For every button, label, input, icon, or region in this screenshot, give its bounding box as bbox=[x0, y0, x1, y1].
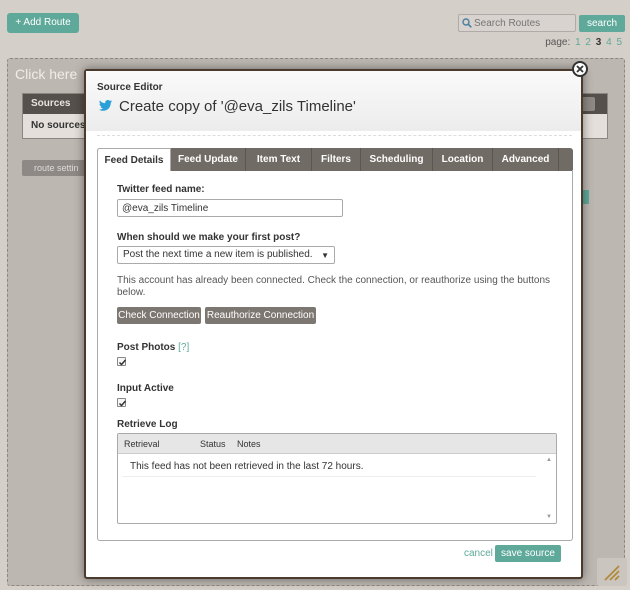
save-source-button[interactable]: save source bbox=[495, 545, 561, 562]
post-photos-label: Post Photos [?] bbox=[117, 342, 189, 353]
source-editor-modal: Source Editor Create copy of '@eva_zils … bbox=[84, 69, 583, 579]
input-active-checkbox[interactable] bbox=[117, 398, 127, 407]
retrieve-log-header: Retrieval Status Notes bbox=[118, 434, 556, 454]
feed-name-input[interactable] bbox=[117, 199, 343, 217]
first-post-select[interactable]: Post the next time a new item is publish… bbox=[117, 246, 335, 264]
chevron-down-icon: ▼ bbox=[321, 251, 329, 260]
scroll-up-arrow-icon[interactable]: ▲ bbox=[546, 457, 552, 463]
column-header-notes: Notes bbox=[237, 439, 261, 449]
column-header-status: Status bbox=[200, 439, 226, 449]
tab-filters[interactable]: Filters bbox=[312, 148, 361, 171]
feed-details-panel: Twitter feed name: When should we make y… bbox=[97, 170, 573, 541]
retrieve-log-label: Retrieve Log bbox=[117, 419, 178, 430]
cancel-link[interactable]: cancel bbox=[464, 548, 493, 559]
input-active-label: Input Active bbox=[117, 383, 174, 394]
click-here-text[interactable]: Click here bbox=[15, 66, 77, 82]
feed-name-label: Twitter feed name: bbox=[117, 184, 205, 195]
tab-feed-update[interactable]: Feed Update bbox=[171, 148, 246, 171]
route-settings-button[interactable]: route settin bbox=[22, 160, 86, 176]
log-row-divider bbox=[122, 476, 536, 477]
post-photos-help-link[interactable]: [?] bbox=[178, 342, 189, 353]
tab-feed-details[interactable]: Feed Details bbox=[97, 148, 171, 171]
add-route-button[interactable]: + Add Route bbox=[7, 13, 79, 33]
search-input[interactable] bbox=[474, 16, 572, 30]
close-icon bbox=[576, 65, 584, 73]
tab-location[interactable]: Location bbox=[433, 148, 493, 171]
page-link-2[interactable]: 2 bbox=[585, 37, 591, 48]
column-header-retrieval: Retrieval bbox=[124, 439, 160, 449]
checkbox-check-icon bbox=[118, 359, 127, 366]
tab-item-text[interactable]: Item Text bbox=[246, 148, 312, 171]
tab-scheduling[interactable]: Scheduling bbox=[361, 148, 433, 171]
modal-header: Source Editor Create copy of '@eva_zils … bbox=[86, 71, 581, 131]
scroll-down-arrow-icon[interactable]: ▼ bbox=[546, 514, 552, 520]
first-post-selected-value: Post the next time a new item is publish… bbox=[123, 249, 313, 260]
retrieve-log-message: This feed has not been retrieved in the … bbox=[130, 461, 364, 472]
tab-advanced[interactable]: Advanced bbox=[493, 148, 559, 171]
check-connection-button[interactable]: Check Connection bbox=[117, 307, 201, 324]
search-icon bbox=[462, 18, 472, 28]
post-photos-checkbox[interactable] bbox=[117, 357, 127, 366]
twitter-icon bbox=[99, 100, 112, 111]
page-link-5[interactable]: 5 bbox=[616, 37, 622, 48]
search-box[interactable] bbox=[458, 14, 576, 32]
close-modal-button[interactable] bbox=[572, 61, 588, 77]
resize-handle-icon[interactable] bbox=[597, 558, 627, 586]
modal-title: Create copy of '@eva_zils Timeline' bbox=[119, 98, 356, 115]
search-button[interactable]: search bbox=[579, 15, 625, 32]
page-link-3[interactable]: 3 bbox=[596, 37, 602, 48]
pagination: page: 1 2 3 4 5 bbox=[545, 37, 622, 48]
reauthorize-connection-button[interactable]: Reauthorize Connection bbox=[205, 307, 316, 324]
post-photos-label-text: Post Photos bbox=[117, 342, 176, 353]
pagination-label: page: bbox=[545, 37, 571, 48]
first-post-label: When should we make your first post? bbox=[117, 232, 301, 243]
connection-info-text: This account has already been connected.… bbox=[117, 275, 551, 298]
tab-bar: Feed Details Feed Update Item Text Filte… bbox=[97, 148, 573, 171]
checkbox-check-icon bbox=[118, 400, 127, 407]
page-link-4[interactable]: 4 bbox=[606, 37, 612, 48]
header-divider bbox=[97, 135, 572, 136]
modal-title-small: Source Editor bbox=[97, 82, 163, 93]
retrieve-log-table: Retrieval Status Notes This feed has not… bbox=[117, 433, 557, 524]
page-link-1[interactable]: 1 bbox=[575, 37, 581, 48]
top-bar: + Add Route search page: 1 2 3 4 5 bbox=[0, 0, 630, 60]
